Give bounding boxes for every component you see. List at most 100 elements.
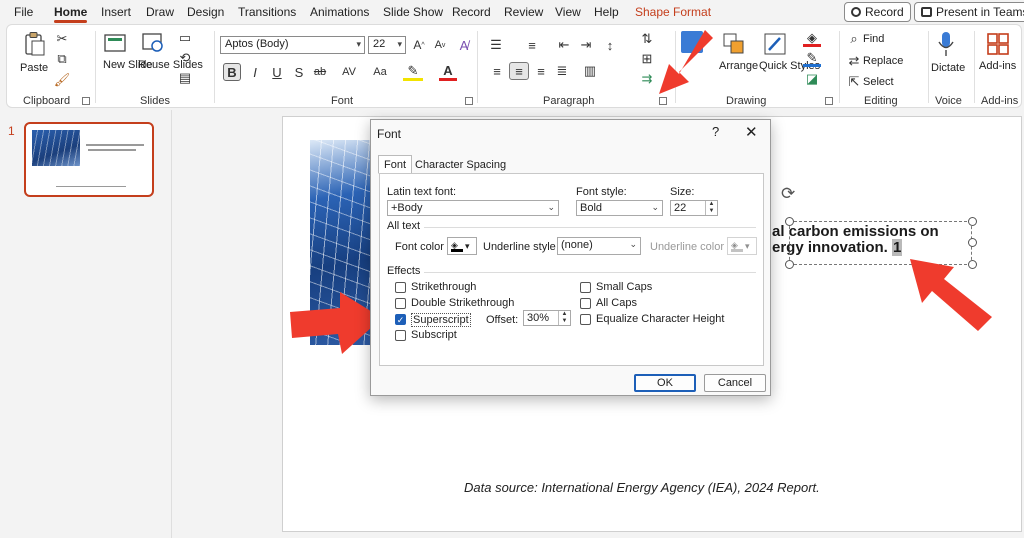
superscript-checkbox[interactable]: ✓ xyxy=(395,314,406,325)
select-icon[interactable]: ⇱ xyxy=(847,74,861,89)
all-caps-label[interactable]: All Caps xyxy=(596,297,637,309)
tab-slide-show[interactable]: Slide Show xyxy=(383,5,443,19)
character-spacing-button[interactable]: AV xyxy=(335,63,363,81)
small-caps-checkbox[interactable] xyxy=(580,282,591,293)
subscript-checkbox[interactable] xyxy=(395,330,406,341)
underline-style-combo[interactable]: (none) ⌄ xyxy=(557,237,641,255)
text-direction-icon[interactable]: ⇅ xyxy=(637,31,657,47)
present-in-teams-button[interactable]: Present in Teams xyxy=(914,2,1024,22)
tab-record[interactable]: Record xyxy=(452,5,491,19)
tab-font[interactable]: Font xyxy=(378,155,413,174)
size-spinner[interactable]: 22 ▲ ▼ xyxy=(670,200,718,216)
smartart-icon[interactable]: ⇉ xyxy=(637,71,657,87)
double-strikethrough-checkbox[interactable] xyxy=(395,298,406,309)
font-dialog-launcher[interactable] xyxy=(465,97,473,105)
text-shadow-button[interactable]: S xyxy=(291,63,307,81)
tab-insert[interactable]: Insert xyxy=(101,5,131,19)
shape-outline-icon[interactable]: ✎ xyxy=(803,50,821,67)
find-button[interactable]: Find xyxy=(863,33,884,45)
rotate-handle-icon[interactable]: ⟳ xyxy=(781,184,795,204)
dictate-button[interactable]: Dictate xyxy=(931,62,965,75)
align-text-icon[interactable]: ⊞ xyxy=(637,51,657,67)
spinner-arrows-icon[interactable]: ▲ ▼ xyxy=(705,201,717,215)
reuse-slides-label[interactable]: Reuse Slides xyxy=(138,59,203,72)
record-button[interactable]: Record xyxy=(844,2,911,22)
microphone-icon[interactable] xyxy=(934,30,958,58)
double-strikethrough-label[interactable]: Double Strikethrough xyxy=(411,297,514,309)
reset-icon[interactable]: ⟲ xyxy=(177,50,193,65)
search-icon[interactable]: ⌕ xyxy=(847,31,861,46)
drawing-dialog-launcher[interactable] xyxy=(825,97,833,105)
arrange-label[interactable]: Arrange xyxy=(719,60,758,73)
close-icon[interactable]: ✕ xyxy=(745,123,758,141)
center-align-icon[interactable]: ≡ xyxy=(509,62,529,80)
numbering-icon[interactable]: ≡ xyxy=(521,37,543,53)
slide-thumbnail-1[interactable] xyxy=(24,122,154,197)
tab-view[interactable]: View xyxy=(555,5,581,19)
align-right-icon[interactable]: ≡ xyxy=(533,63,549,79)
offset-spinner[interactable]: 30% ▲ ▼ xyxy=(523,310,571,326)
line-spacing-icon[interactable]: ↕ xyxy=(599,37,621,53)
help-icon[interactable]: ? xyxy=(712,124,719,139)
resize-handle[interactable] xyxy=(785,260,794,269)
ok-button[interactable]: OK xyxy=(634,374,696,392)
layout-icon[interactable]: ▭ xyxy=(177,30,193,45)
tab-draw[interactable]: Draw xyxy=(146,5,174,19)
reuse-slides-icon[interactable] xyxy=(141,31,167,55)
italic-button[interactable]: I xyxy=(247,63,263,81)
latin-font-combo[interactable]: +Body ⌄ xyxy=(387,200,559,216)
resize-handle[interactable] xyxy=(968,217,977,226)
shrink-font-icon[interactable]: Av xyxy=(432,37,448,53)
quick-styles-icon[interactable] xyxy=(762,31,788,57)
replace-button[interactable]: Replace xyxy=(863,55,903,67)
spinner-arrows-icon[interactable]: ▲ ▼ xyxy=(558,311,570,325)
strikethrough-button[interactable]: ab xyxy=(311,63,329,81)
tab-animations[interactable]: Animations xyxy=(310,5,369,19)
clipboard-dialog-launcher[interactable] xyxy=(82,97,90,105)
resize-handle[interactable] xyxy=(785,217,794,226)
tab-design[interactable]: Design xyxy=(187,5,224,19)
add-ins-icon[interactable] xyxy=(985,31,1011,57)
paragraph-dialog-launcher[interactable] xyxy=(659,97,667,105)
strikethrough-label[interactable]: Strikethrough xyxy=(411,281,476,293)
tab-help[interactable]: Help xyxy=(594,5,619,19)
tab-shape-format[interactable]: Shape Format xyxy=(635,5,711,19)
section-icon[interactable]: ▤ xyxy=(177,70,193,85)
tab-character-spacing[interactable]: Character Spacing xyxy=(409,155,512,174)
data-source-caption[interactable]: Data source: International Energy Agency… xyxy=(464,480,820,495)
equalize-height-checkbox[interactable] xyxy=(580,314,591,325)
format-painter-icon[interactable]: 🖌 xyxy=(54,72,71,88)
shape-effects-icon[interactable]: ◪ xyxy=(803,71,821,87)
shape-fill-icon[interactable]: ◈ xyxy=(803,30,821,47)
equalize-height-label[interactable]: Equalize Character Height xyxy=(596,313,724,325)
new-slide-icon[interactable] xyxy=(103,31,129,55)
tab-transitions[interactable]: Transitions xyxy=(238,5,296,19)
font-family-combo[interactable]: Aptos (Body) ▾ xyxy=(220,36,365,54)
select-button[interactable]: Select xyxy=(863,76,894,88)
justify-icon[interactable]: ≣ xyxy=(554,63,570,79)
cancel-button[interactable]: Cancel xyxy=(704,374,766,392)
font-style-combo[interactable]: Bold ⌄ xyxy=(576,200,663,216)
add-ins-button[interactable]: Add-ins xyxy=(979,60,1016,73)
subscript-label[interactable]: Subscript xyxy=(411,329,457,341)
highlight-icon[interactable]: ✎ xyxy=(403,63,423,81)
decrease-indent-icon[interactable]: ⇤ xyxy=(555,37,573,53)
clear-formatting-icon[interactable]: A̸ xyxy=(455,37,473,53)
underline-color-picker[interactable]: ◈ ▾ xyxy=(727,237,757,255)
bullets-icon[interactable]: ☰ xyxy=(485,37,507,53)
copy-icon[interactable]: ⧉ xyxy=(54,51,70,67)
align-left-icon[interactable]: ≡ xyxy=(489,63,505,79)
resize-handle[interactable] xyxy=(968,238,977,247)
underline-button[interactable]: U xyxy=(269,63,285,81)
cut-icon[interactable]: ✂ xyxy=(54,31,70,47)
small-caps-label[interactable]: Small Caps xyxy=(596,281,652,293)
font-color-picker[interactable]: ◈ ▾ xyxy=(447,237,477,255)
replace-icon[interactable]: ⇄ xyxy=(847,53,861,68)
increase-indent-icon[interactable]: ⇥ xyxy=(577,37,595,53)
arrange-icon[interactable] xyxy=(721,31,747,57)
columns-icon[interactable]: ▥ xyxy=(579,63,601,79)
tab-home[interactable]: Home xyxy=(54,5,88,23)
paste-icon[interactable] xyxy=(21,31,49,57)
all-caps-checkbox[interactable] xyxy=(580,298,591,309)
superscript-label[interactable]: Superscript xyxy=(411,313,471,327)
